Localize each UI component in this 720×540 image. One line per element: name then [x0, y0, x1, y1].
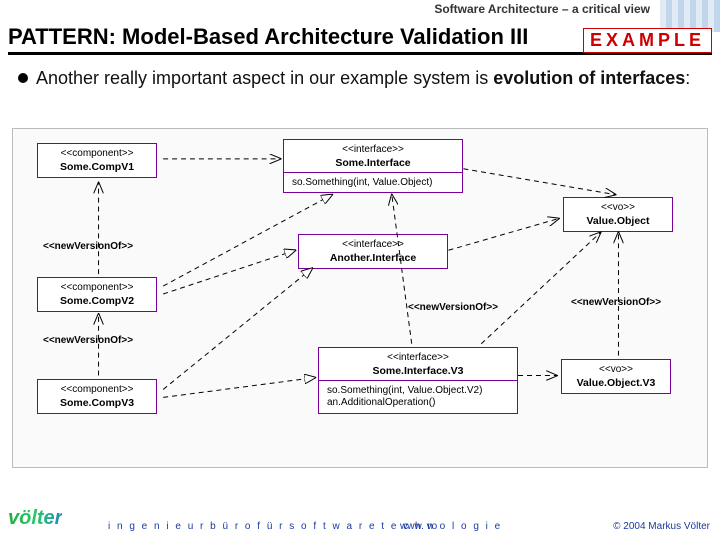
box-compV2: <<component>> Some.CompV2	[37, 277, 157, 312]
name: Some.Interface.V3	[325, 365, 511, 378]
bullet-text: Another really important aspect in our e…	[36, 66, 690, 90]
stereo: <<component>>	[44, 148, 150, 161]
footer-url: www. vo	[400, 521, 437, 532]
stereo: <<vo>>	[570, 202, 666, 215]
bullet-bold: evolution of interfaces	[493, 68, 685, 88]
op: so.Something(int, Value.Object.V2) an.Ad…	[325, 383, 511, 410]
logo: völter	[8, 507, 62, 530]
example-badge: EXAMPLE	[583, 28, 712, 53]
name: Some.CompV2	[44, 295, 150, 308]
name: Some.Interface	[290, 157, 456, 170]
stereo: <<vo>>	[568, 364, 664, 377]
name: Another.Interface	[305, 252, 441, 265]
box-compV1: <<component>> Some.CompV1	[37, 143, 157, 178]
stereo: <<component>>	[44, 282, 150, 295]
footer: völter i n g e n i e u r b ü r o f ü r s…	[0, 502, 720, 540]
stereo: <<interface>>	[290, 144, 456, 157]
bullet-lead: Another really important aspect in our e…	[36, 68, 493, 88]
edge-label-nv2: <<newVersionOf>>	[43, 335, 133, 346]
stereo: <<component>>	[44, 384, 150, 397]
stereo: <<interface>>	[325, 352, 511, 365]
uml-diagram: <<component>> Some.CompV1 <<component>> …	[12, 128, 708, 468]
edge-label-nv4: <<newVersionOf>>	[571, 297, 661, 308]
box-iface1: <<interface>> Some.Interface so.Somethin…	[283, 139, 463, 193]
subtitle: Software Architecture – a critical view	[434, 2, 650, 16]
stereo: <<interface>>	[305, 239, 441, 252]
box-vo1: <<vo>> Value.Object	[563, 197, 673, 232]
copyright: © 2004 Markus Völter	[613, 521, 710, 532]
box-iface3: <<interface>> Some.Interface.V3 so.Somet…	[318, 347, 518, 414]
name: Value.Object.V3	[568, 377, 664, 390]
bullet-tail: :	[685, 68, 690, 88]
name: Value.Object	[570, 215, 666, 228]
tagline: i n g e n i e u r b ü r o f ü r s o f t …	[108, 521, 502, 532]
name: Some.CompV1	[44, 161, 150, 174]
edge-label-nv1: <<newVersionOf>>	[43, 241, 133, 252]
name: Some.CompV3	[44, 397, 150, 410]
op: so.Something(int, Value.Object)	[290, 175, 456, 190]
edge-label-nv3: <<newVersionOf>>	[408, 302, 498, 313]
bullet-icon	[18, 73, 28, 83]
box-iface2: <<interface>> Another.Interface	[298, 234, 448, 269]
box-vo3: <<vo>> Value.Object.V3	[561, 359, 671, 394]
bullet-point: Another really important aspect in our e…	[18, 66, 702, 90]
box-compV3: <<component>> Some.CompV3	[37, 379, 157, 414]
